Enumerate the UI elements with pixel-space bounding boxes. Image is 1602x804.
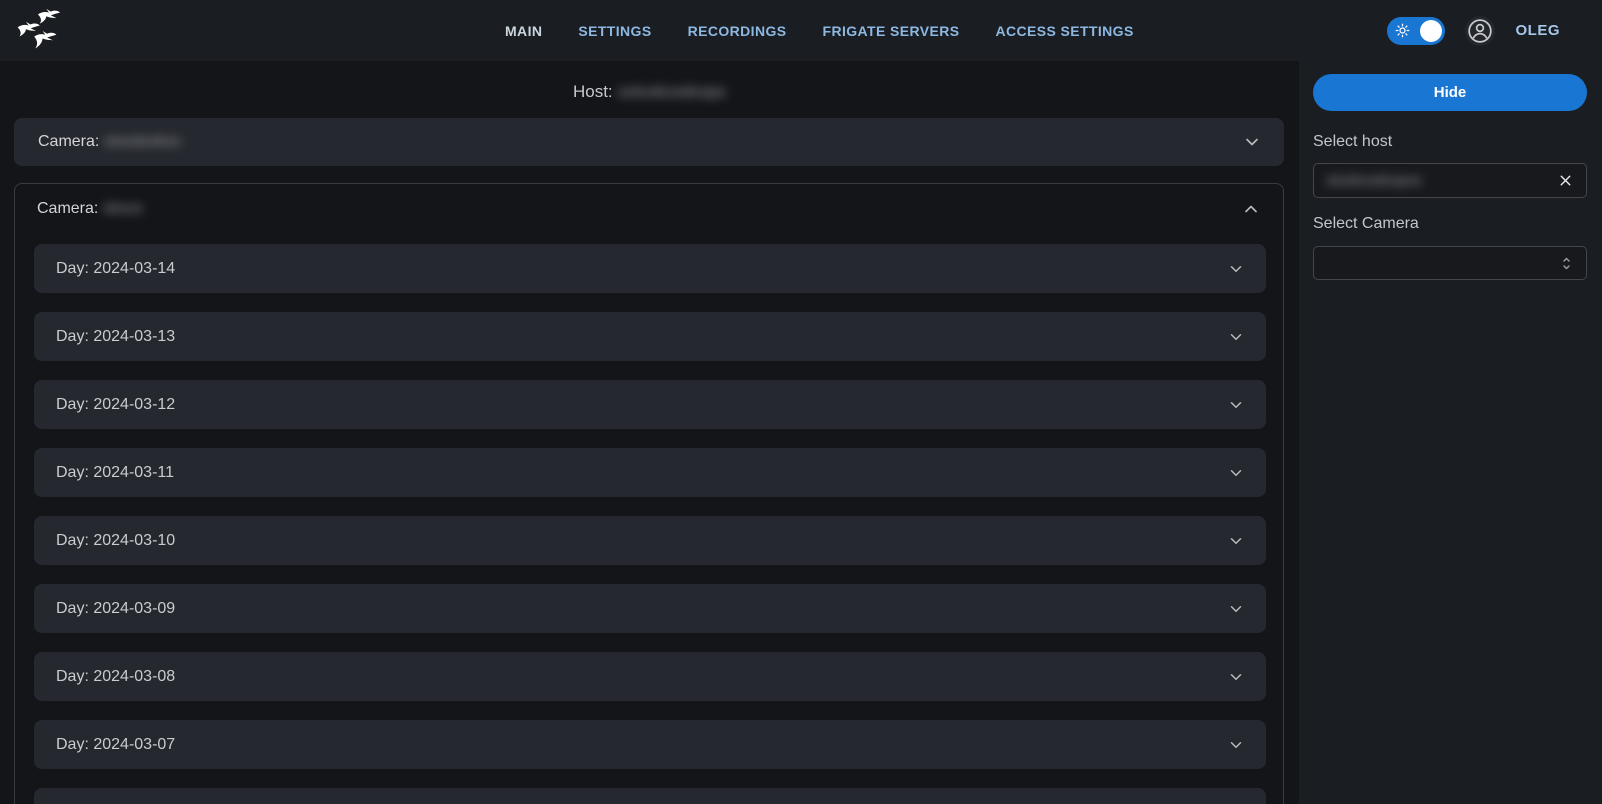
day-label: Day: 2024-03-12 — [56, 396, 175, 414]
day-label: Day: 2024-03-07 — [56, 736, 175, 754]
day-accordion-row[interactable]: Day: 2024-03-09 — [34, 584, 1266, 633]
content-area: Host: xxtxxkxxdxxpx Camera: xtxxdxxkxx C… — [0, 61, 1602, 804]
host-value-blurred: xxtxxkxxdxxpx — [617, 82, 726, 102]
camera-accordion-expanded: Camera: xkxxx Day: 2024-03-14 — [14, 183, 1284, 804]
day-accordion-row[interactable]: Day: 2024-03-12 — [34, 380, 1266, 429]
day-accordion-row[interactable]: Day: 2024-03-13 — [34, 312, 1266, 361]
select-host-label: Select host — [1313, 133, 1587, 151]
nav-links: MAIN SETTINGS RECORDINGS FRIGATE SERVERS… — [505, 0, 1134, 61]
chevron-down-icon[interactable] — [1227, 532, 1245, 550]
chevron-down-icon[interactable] — [1227, 736, 1245, 754]
camera-label: Camera: xtxxdxxkxx — [38, 133, 181, 151]
unfold-arrows-icon[interactable] — [1559, 255, 1574, 272]
frigate-logo[interactable] — [10, 5, 64, 57]
camera-value-blurred: xkxxx — [103, 200, 143, 218]
nav-link[interactable]: RECORDINGS — [688, 23, 787, 39]
host-select-field[interactable]: xtxxkxxdxxpxx — [1313, 163, 1587, 198]
top-navbar: MAIN SETTINGS RECORDINGS FRIGATE SERVERS… — [0, 0, 1602, 61]
username-label[interactable]: OLEG — [1515, 22, 1560, 39]
nav-link[interactable]: FRIGATE SERVERS — [823, 23, 960, 39]
nav-link[interactable]: MAIN — [505, 23, 542, 39]
day-accordion-row[interactable]: Day: 2024-03-11 — [34, 448, 1266, 497]
sun-icon — [1395, 23, 1410, 38]
nav-link[interactable]: ACCESS SETTINGS — [995, 23, 1133, 39]
camera-accordion-collapsed[interactable]: Camera: xtxxdxxkxx — [14, 118, 1284, 166]
camera-label: Camera: xkxxx — [37, 200, 143, 218]
day-accordion-row[interactable]: Day: 2024-03-07 — [34, 720, 1266, 769]
host-heading: Host: xxtxxkxxdxxpx — [0, 61, 1299, 118]
chevron-down-icon[interactable] — [1227, 464, 1245, 482]
chevron-down-icon[interactable] — [1227, 396, 1245, 414]
clear-icon[interactable] — [1557, 172, 1574, 189]
account-circle-icon — [1467, 18, 1493, 44]
frigate-birds-icon — [12, 7, 62, 55]
day-label: Day: 2024-03-09 — [56, 600, 175, 618]
chevron-down-icon[interactable] — [1227, 260, 1245, 278]
host-label: Host: — [573, 82, 613, 101]
user-account-button[interactable] — [1465, 16, 1495, 46]
day-accordion-row[interactable]: Day: 2024-03-08 — [34, 652, 1266, 701]
host-select-value-blurred: xtxxkxxdxxpxx — [1326, 172, 1422, 189]
navbar-right-cluster: OLEG — [1387, 16, 1602, 46]
chevron-down-icon[interactable] — [1227, 328, 1245, 346]
chevron-down-icon[interactable] — [1227, 668, 1245, 686]
hide-button[interactable]: Hide — [1313, 74, 1587, 111]
chevron-up-icon[interactable] — [1241, 199, 1261, 219]
camera-accordion-header[interactable]: Camera: xkxxx — [15, 184, 1283, 233]
chevron-down-icon[interactable] — [1227, 600, 1245, 618]
day-label: Day: 2024-03-14 — [56, 260, 175, 278]
day-label: Day: 2024-03-11 — [56, 464, 174, 482]
select-camera-label: Select Camera — [1313, 215, 1587, 233]
theme-toggle-switch[interactable] — [1387, 17, 1445, 45]
day-accordion-row[interactable]: Day: 2024-03-10 — [34, 516, 1266, 565]
chevron-down-icon[interactable] — [1242, 132, 1262, 152]
filter-sidebar: Hide Select host xtxxkxxdxxpxx Select Ca… — [1299, 61, 1602, 804]
camera-select-field[interactable] — [1313, 246, 1587, 280]
day-label: Day: 2024-03-10 — [56, 532, 175, 550]
recordings-main-column: Host: xxtxxkxxdxxpx Camera: xtxxdxxkxx C… — [0, 61, 1299, 804]
nav-link[interactable]: SETTINGS — [578, 23, 651, 39]
day-label: Day: 2024-03-13 — [56, 328, 175, 346]
day-label: Day: 2024-03-08 — [56, 668, 175, 686]
camera-value-blurred: xtxxdxxkxx — [104, 133, 181, 151]
day-accordion-row[interactable] — [34, 788, 1266, 804]
toggle-knob[interactable] — [1420, 20, 1442, 42]
day-list: Day: 2024-03-14 Day: 2024-03-13 — [15, 233, 1283, 804]
day-accordion-row[interactable]: Day: 2024-03-14 — [34, 244, 1266, 293]
